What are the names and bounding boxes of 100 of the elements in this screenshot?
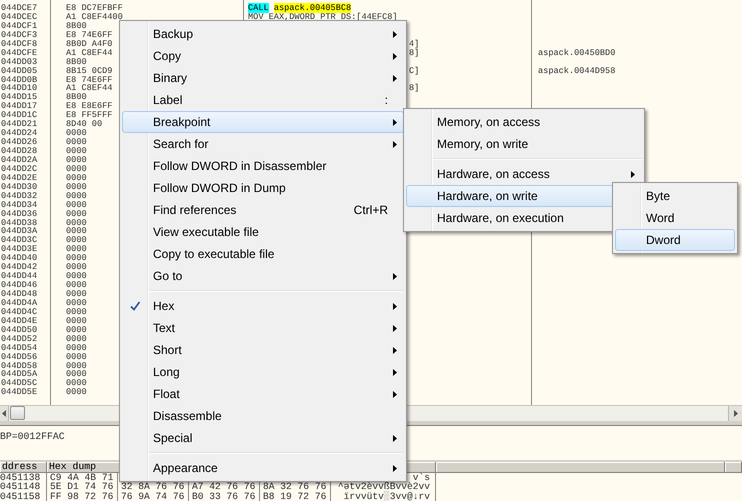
address-cell: 044DD24	[1, 128, 38, 138]
ascii-cell: ^ətv2èvvßBvvè2vv	[338, 481, 430, 492]
address-cell: 044DD2A	[1, 154, 38, 165]
address-cell: 044DD15	[1, 92, 38, 102]
hex-cell: E8 E8E6FF	[66, 101, 112, 112]
hex-cell: B0 33 76 76	[189, 492, 260, 501]
hex-cell: 0000	[66, 387, 87, 398]
hex-cell: 0000	[66, 324, 87, 335]
hex-cell: 0000	[66, 146, 87, 156]
hex-cell: 0000	[66, 154, 87, 165]
address-cell: 044DD56	[1, 352, 38, 362]
address-cell: 044DD36	[1, 208, 38, 219]
instruction-cell: 8]	[409, 84, 420, 94]
hex-cell: E8 FF5FFF	[66, 110, 112, 120]
address-cell: 044DD34	[1, 200, 38, 210]
hex-cell: 0000	[66, 262, 87, 272]
address-cell: 044DD40	[1, 253, 38, 264]
hex-cell: 0000	[66, 164, 87, 174]
address-cell: 044DD50	[1, 324, 38, 335]
address-cell: 044DD5C	[1, 378, 38, 388]
hex-cell: E8 74E6FF	[66, 74, 112, 84]
instruction-cell: C]	[409, 66, 420, 76]
hex-cell: 0000	[66, 369, 87, 380]
hex-cell: 0000	[66, 208, 87, 219]
hex-cell: 0000	[66, 137, 87, 148]
address-cell: 044DD58	[1, 360, 38, 370]
address-cell: 044DD42	[1, 262, 38, 272]
address-cell: 044DD4A	[1, 298, 38, 308]
hex-cell: 8B00	[66, 20, 87, 31]
hex-cell: C9 4A 4B 71	[47, 473, 118, 482]
hex-cell: 0000	[66, 306, 87, 317]
hex-cell: 0000	[66, 182, 87, 192]
hex-cell: 0000	[66, 271, 87, 282]
hex-cell: 0000	[66, 218, 87, 228]
hex-cell: A1 C8EF44	[66, 48, 112, 58]
address-cell: 044DD44	[1, 271, 38, 282]
address-cell: 044DD03	[1, 56, 38, 67]
address-cell: 044DD32	[1, 190, 38, 201]
address-cell: 044DD4E	[1, 316, 38, 326]
address-cell: 044DCE7	[1, 3, 38, 13]
hex-cell: 8D40 00	[66, 119, 102, 130]
address-cell: 044DCEC	[1, 12, 38, 22]
hex-cell: 8B0D A4F0	[66, 38, 112, 49]
address-cell: 044DD05	[1, 66, 38, 76]
hex-cell: 0000	[66, 244, 87, 254]
hex-cell: 0000	[66, 190, 87, 201]
hex-cell: 0000	[66, 172, 87, 183]
register-text: BP=0012FFAC	[0, 430, 65, 442]
address-cell: 044DD46	[1, 280, 38, 290]
address-cell: 044DCF1	[1, 20, 38, 31]
address-cell: 044DCF8	[1, 38, 38, 49]
address-cell: 044DD21	[1, 119, 38, 130]
instruction-cell: 4]	[409, 40, 420, 49]
address-cell: 0451148	[0, 481, 40, 492]
hex-cell: B8 19 72 76	[260, 492, 331, 501]
address-cell: 044DCFE	[1, 48, 38, 58]
hex-cell: A1 C8EF4400	[66, 12, 123, 22]
hex-cell: 0000	[66, 352, 87, 362]
hex-cell: 0000	[66, 226, 87, 236]
address-cell: 044DD52	[1, 334, 38, 344]
hex-cell: E8 74E6FF	[66, 30, 112, 40]
address-cell: 044DD28	[1, 146, 38, 156]
hex-cell: 8B00	[66, 56, 87, 67]
hex-cell: 0000	[66, 235, 87, 246]
comment-cell: aspack.0044D958	[538, 66, 616, 76]
hex-cell: 76 9A 74 76	[118, 492, 189, 501]
hex-cell: 0000	[66, 298, 87, 308]
address-cell: 044DD5E	[1, 387, 38, 398]
ascii-cell: ïrvvütv░3vv@↓rv	[344, 490, 430, 501]
hex-cell: 0000	[66, 360, 87, 370]
address-cell: 044DD0B	[1, 74, 38, 84]
address-cell: 044DD26	[1, 137, 38, 148]
ascii-cell: v`s	[412, 472, 430, 483]
instruction-cell: MOV EAX,DWORD PTR DS:[44EFC8]	[248, 12, 398, 22]
instruction-cell: 8]	[409, 48, 420, 58]
comment-cell: aspack.00450BD0	[538, 48, 616, 58]
hex-cell: FF 98 72 76	[47, 492, 118, 501]
hex-cell: 8B00	[66, 92, 87, 102]
hex-cell: 0000	[66, 280, 87, 290]
hex-cell: 0000	[66, 334, 87, 344]
address-cell: 044DD3A	[1, 226, 38, 236]
address-cell: 044DD17	[1, 101, 38, 112]
hex-cell: 5E D1 74 76	[47, 482, 118, 492]
address-cell: 044DD3C	[1, 235, 38, 246]
address-cell: 0451158	[0, 490, 40, 501]
address-cell: 0451138	[0, 472, 40, 483]
address-cell: 044DD1C	[1, 110, 38, 120]
hex-cell: 0000	[66, 378, 87, 388]
address-cell: 044DD5A	[1, 369, 38, 380]
address-cell: 044DD54	[1, 342, 38, 353]
hex-cell: 0000	[66, 316, 87, 326]
hex-cell: 0000	[66, 128, 87, 138]
hex-cell: E8 DC7EFBFF	[66, 3, 123, 13]
address-cell: 044DD48	[1, 289, 38, 299]
hex-cell: 0000	[66, 342, 87, 353]
hex-cell: 8B15 0CD9	[66, 66, 112, 76]
address-cell: 044DD2C	[1, 164, 38, 174]
hex-cell: 0000	[66, 253, 87, 264]
address-cell: 044DD30	[1, 182, 38, 192]
address-cell: 044DCF3	[1, 30, 38, 40]
